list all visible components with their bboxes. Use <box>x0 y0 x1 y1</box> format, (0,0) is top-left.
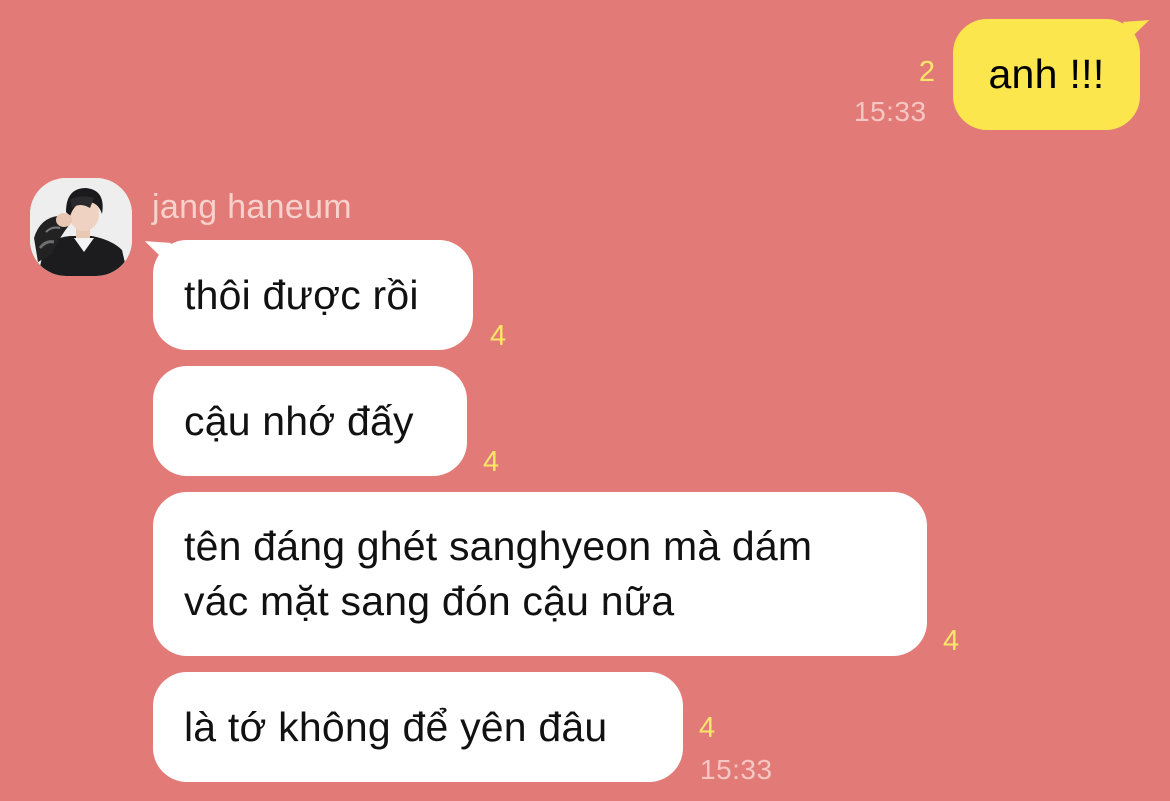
message-text: anh !!! <box>988 51 1105 97</box>
message-text: thôi được rồi <box>184 271 419 318</box>
avatar[interactable] <box>30 178 132 276</box>
sender-name: jang haneum <box>152 188 352 226</box>
unread-count: 4 <box>490 320 507 352</box>
incoming-message-bubble[interactable]: là tớ không để yên đâu <box>153 672 683 782</box>
outgoing-message-bubble[interactable]: anh !!! <box>953 19 1151 130</box>
bubble-tail <box>1123 20 1151 44</box>
bubble-tail <box>143 241 171 265</box>
unread-count: 4 <box>699 712 716 744</box>
incoming-message-bubble[interactable]: cậu nhớ đấy <box>153 366 467 476</box>
chat-thread: 2 15:33 anh !!! jang haneum thôi được rồ… <box>0 0 1170 801</box>
message-text: là tớ không để yên đâu <box>184 703 608 750</box>
incoming-message-bubble[interactable]: thôi được rồi <box>143 240 473 350</box>
message-text: tên đáng ghét sanghyeon mà dám vác mặt s… <box>184 523 813 624</box>
message-timestamp: 15:33 <box>854 96 927 127</box>
incoming-message-bubble[interactable]: tên đáng ghét sanghyeon mà dám vác mặt s… <box>153 492 927 656</box>
message-text: cậu nhớ đấy <box>184 397 414 444</box>
message-timestamp: 15:33 <box>700 754 773 785</box>
unread-count: 2 <box>918 56 935 88</box>
profile-photo-icon <box>30 178 132 276</box>
unread-count: 4 <box>943 625 960 657</box>
unread-count: 4 <box>483 446 500 478</box>
